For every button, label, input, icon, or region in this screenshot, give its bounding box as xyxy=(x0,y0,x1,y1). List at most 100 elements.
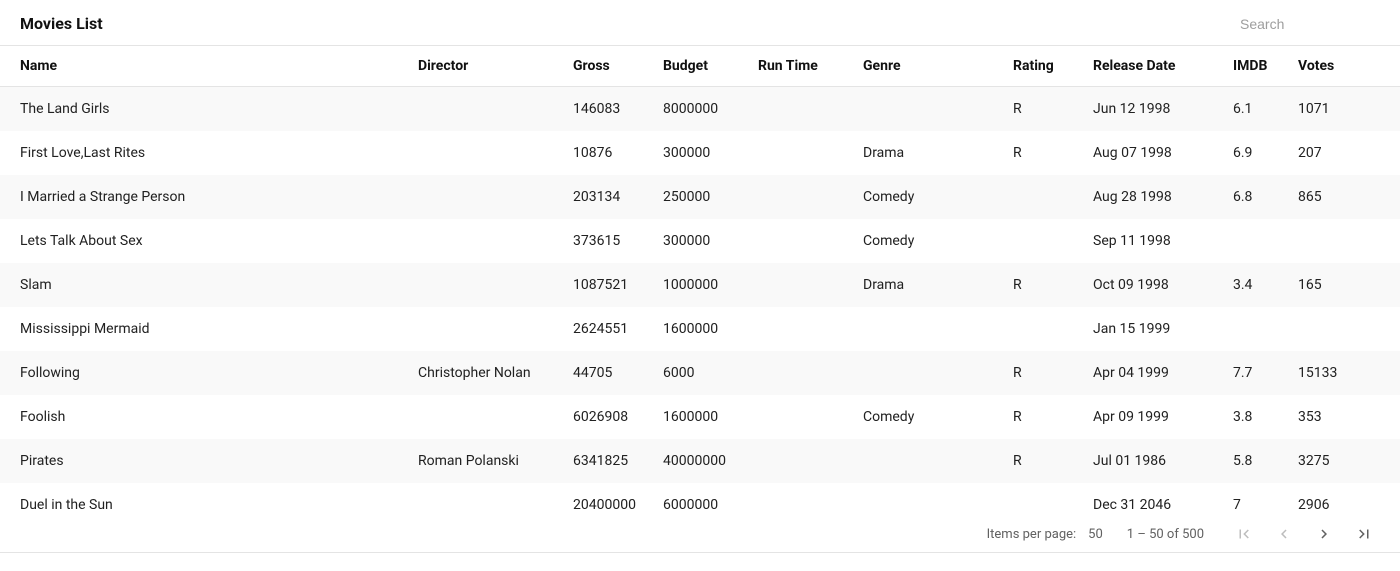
cell-rating xyxy=(1005,307,1085,351)
cell-votes xyxy=(1290,307,1400,351)
table-header-row: Name Director Gross Budget Run Time Genr… xyxy=(0,46,1400,87)
cell-genre xyxy=(855,351,1005,395)
first-page-icon xyxy=(1235,525,1253,543)
table-row[interactable]: Slam10875211000000DramaROct 09 19983.416… xyxy=(0,263,1400,307)
cell-release: Aug 07 1998 xyxy=(1085,131,1225,175)
col-header-votes[interactable]: Votes xyxy=(1290,46,1400,87)
table-row[interactable]: PiratesRoman Polanski634182540000000RJul… xyxy=(0,439,1400,483)
cell-votes: 3275 xyxy=(1290,439,1400,483)
col-header-runtime[interactable]: Run Time xyxy=(750,46,855,87)
movies-table: Name Director Gross Budget Run Time Genr… xyxy=(0,46,1400,516)
prev-page-button[interactable] xyxy=(1272,522,1296,546)
cell-release: Dec 31 2046 xyxy=(1085,483,1225,516)
cell-runtime xyxy=(750,263,855,307)
table-row[interactable]: Foolish60269081600000ComedyRApr 09 19993… xyxy=(0,395,1400,439)
cell-imdb: 3.8 xyxy=(1225,395,1290,439)
cell-name: Foolish xyxy=(0,395,410,439)
table-row[interactable]: I Married a Strange Person 203134250000 Co… xyxy=(0,175,1400,219)
cell-genre: Drama xyxy=(855,263,1005,307)
cell-imdb xyxy=(1225,219,1290,263)
col-header-rating[interactable]: Rating xyxy=(1005,46,1085,87)
cell-budget: 1600000 xyxy=(655,307,750,351)
chevron-left-icon xyxy=(1275,525,1293,543)
search-input[interactable] xyxy=(1240,16,1380,32)
cell-budget: 6000000 xyxy=(655,483,750,516)
cell-name: Mississippi Mermaid xyxy=(0,307,410,351)
cell-name: Lets Talk About Sex xyxy=(0,219,410,263)
table-row[interactable]: Mississippi Mermaid26245511600000Jan 15 … xyxy=(0,307,1400,351)
cell-gross: 20400000 xyxy=(565,483,655,516)
cell-director: Roman Polanski xyxy=(410,439,565,483)
cell-director xyxy=(410,395,565,439)
col-header-director[interactable]: Director xyxy=(410,46,565,87)
paginator: Items per page: 50 1 – 50 of 500 xyxy=(0,516,1400,553)
cell-genre: Comedy xyxy=(855,175,1005,219)
cell-gross: 10876 xyxy=(565,131,655,175)
page-title: Movies List xyxy=(20,14,103,33)
cell-director xyxy=(410,483,565,516)
cell-votes: 1071 xyxy=(1290,87,1400,132)
cell-name: Duel in the Sun xyxy=(0,483,410,516)
cell-name: First Love,Last Rites xyxy=(0,131,410,175)
table-row[interactable]: First Love,Last Rites10876300000DramaRAu… xyxy=(0,131,1400,175)
cell-imdb: 6.1 xyxy=(1225,87,1290,132)
cell-gross: 1087521 xyxy=(565,263,655,307)
cell-budget: 300000 xyxy=(655,131,750,175)
cell-release: Aug 28 1998 xyxy=(1085,175,1225,219)
table-row[interactable]: The Land Girls1460838000000RJun 12 19986… xyxy=(0,87,1400,132)
col-header-gross[interactable]: Gross xyxy=(565,46,655,87)
table-row[interactable]: FollowingChristopher Nolan447056000RApr … xyxy=(0,351,1400,395)
next-page-button[interactable] xyxy=(1312,522,1336,546)
table-row[interactable]: Lets Talk About Sex373615300000ComedySep… xyxy=(0,219,1400,263)
cell-rating: R xyxy=(1005,131,1085,175)
cell-genre xyxy=(855,87,1005,132)
cell-release: Apr 09 1999 xyxy=(1085,395,1225,439)
movies-table-wrap: Name Director Gross Budget Run Time Genr… xyxy=(0,46,1400,516)
items-per-page-label: Items per page: xyxy=(987,527,1077,542)
table-row[interactable]: Duel in the Sun 204000006000000 Dec 31 204… xyxy=(0,483,1400,516)
cell-budget: 6000 xyxy=(655,351,750,395)
col-header-release[interactable]: Release Date xyxy=(1085,46,1225,87)
cell-imdb: 5.8 xyxy=(1225,439,1290,483)
cell-runtime xyxy=(750,307,855,351)
cell-runtime xyxy=(750,395,855,439)
col-header-budget[interactable]: Budget xyxy=(655,46,750,87)
cell-director xyxy=(410,263,565,307)
header-bar: Movies List xyxy=(0,0,1400,46)
items-per-page-value[interactable]: 50 xyxy=(1088,527,1103,542)
cell-gross: 203134 xyxy=(565,175,655,219)
cell-gross: 6026908 xyxy=(565,395,655,439)
cell-budget: 1600000 xyxy=(655,395,750,439)
cell-name: I Married a Strange Person xyxy=(0,175,410,219)
cell-director xyxy=(410,307,565,351)
first-page-button[interactable] xyxy=(1232,522,1256,546)
cell-rating: R xyxy=(1005,263,1085,307)
cell-runtime xyxy=(750,131,855,175)
col-header-genre[interactable]: Genre xyxy=(855,46,1005,87)
cell-director xyxy=(410,219,565,263)
chevron-right-icon xyxy=(1315,525,1333,543)
last-page-button[interactable] xyxy=(1352,522,1376,546)
cell-votes: 207 xyxy=(1290,131,1400,175)
cell-rating xyxy=(1005,219,1085,263)
cell-name: Following xyxy=(0,351,410,395)
cell-votes: 2906 xyxy=(1290,483,1400,516)
cell-director xyxy=(410,87,565,132)
col-header-imdb[interactable]: IMDB xyxy=(1225,46,1290,87)
cell-director xyxy=(410,175,565,219)
col-header-name[interactable]: Name xyxy=(0,46,410,87)
cell-genre xyxy=(855,439,1005,483)
cell-name: The Land Girls xyxy=(0,87,410,132)
cell-genre: Comedy xyxy=(855,395,1005,439)
cell-runtime xyxy=(750,483,855,516)
cell-budget: 1000000 xyxy=(655,263,750,307)
cell-budget: 8000000 xyxy=(655,87,750,132)
cell-rating: R xyxy=(1005,87,1085,132)
cell-budget: 300000 xyxy=(655,219,750,263)
cell-release: Jun 12 1998 xyxy=(1085,87,1225,132)
cell-budget: 250000 xyxy=(655,175,750,219)
cell-imdb: 6.9 xyxy=(1225,131,1290,175)
cell-votes: 353 xyxy=(1290,395,1400,439)
cell-release: Oct 09 1998 xyxy=(1085,263,1225,307)
cell-release: Jul 01 1986 xyxy=(1085,439,1225,483)
